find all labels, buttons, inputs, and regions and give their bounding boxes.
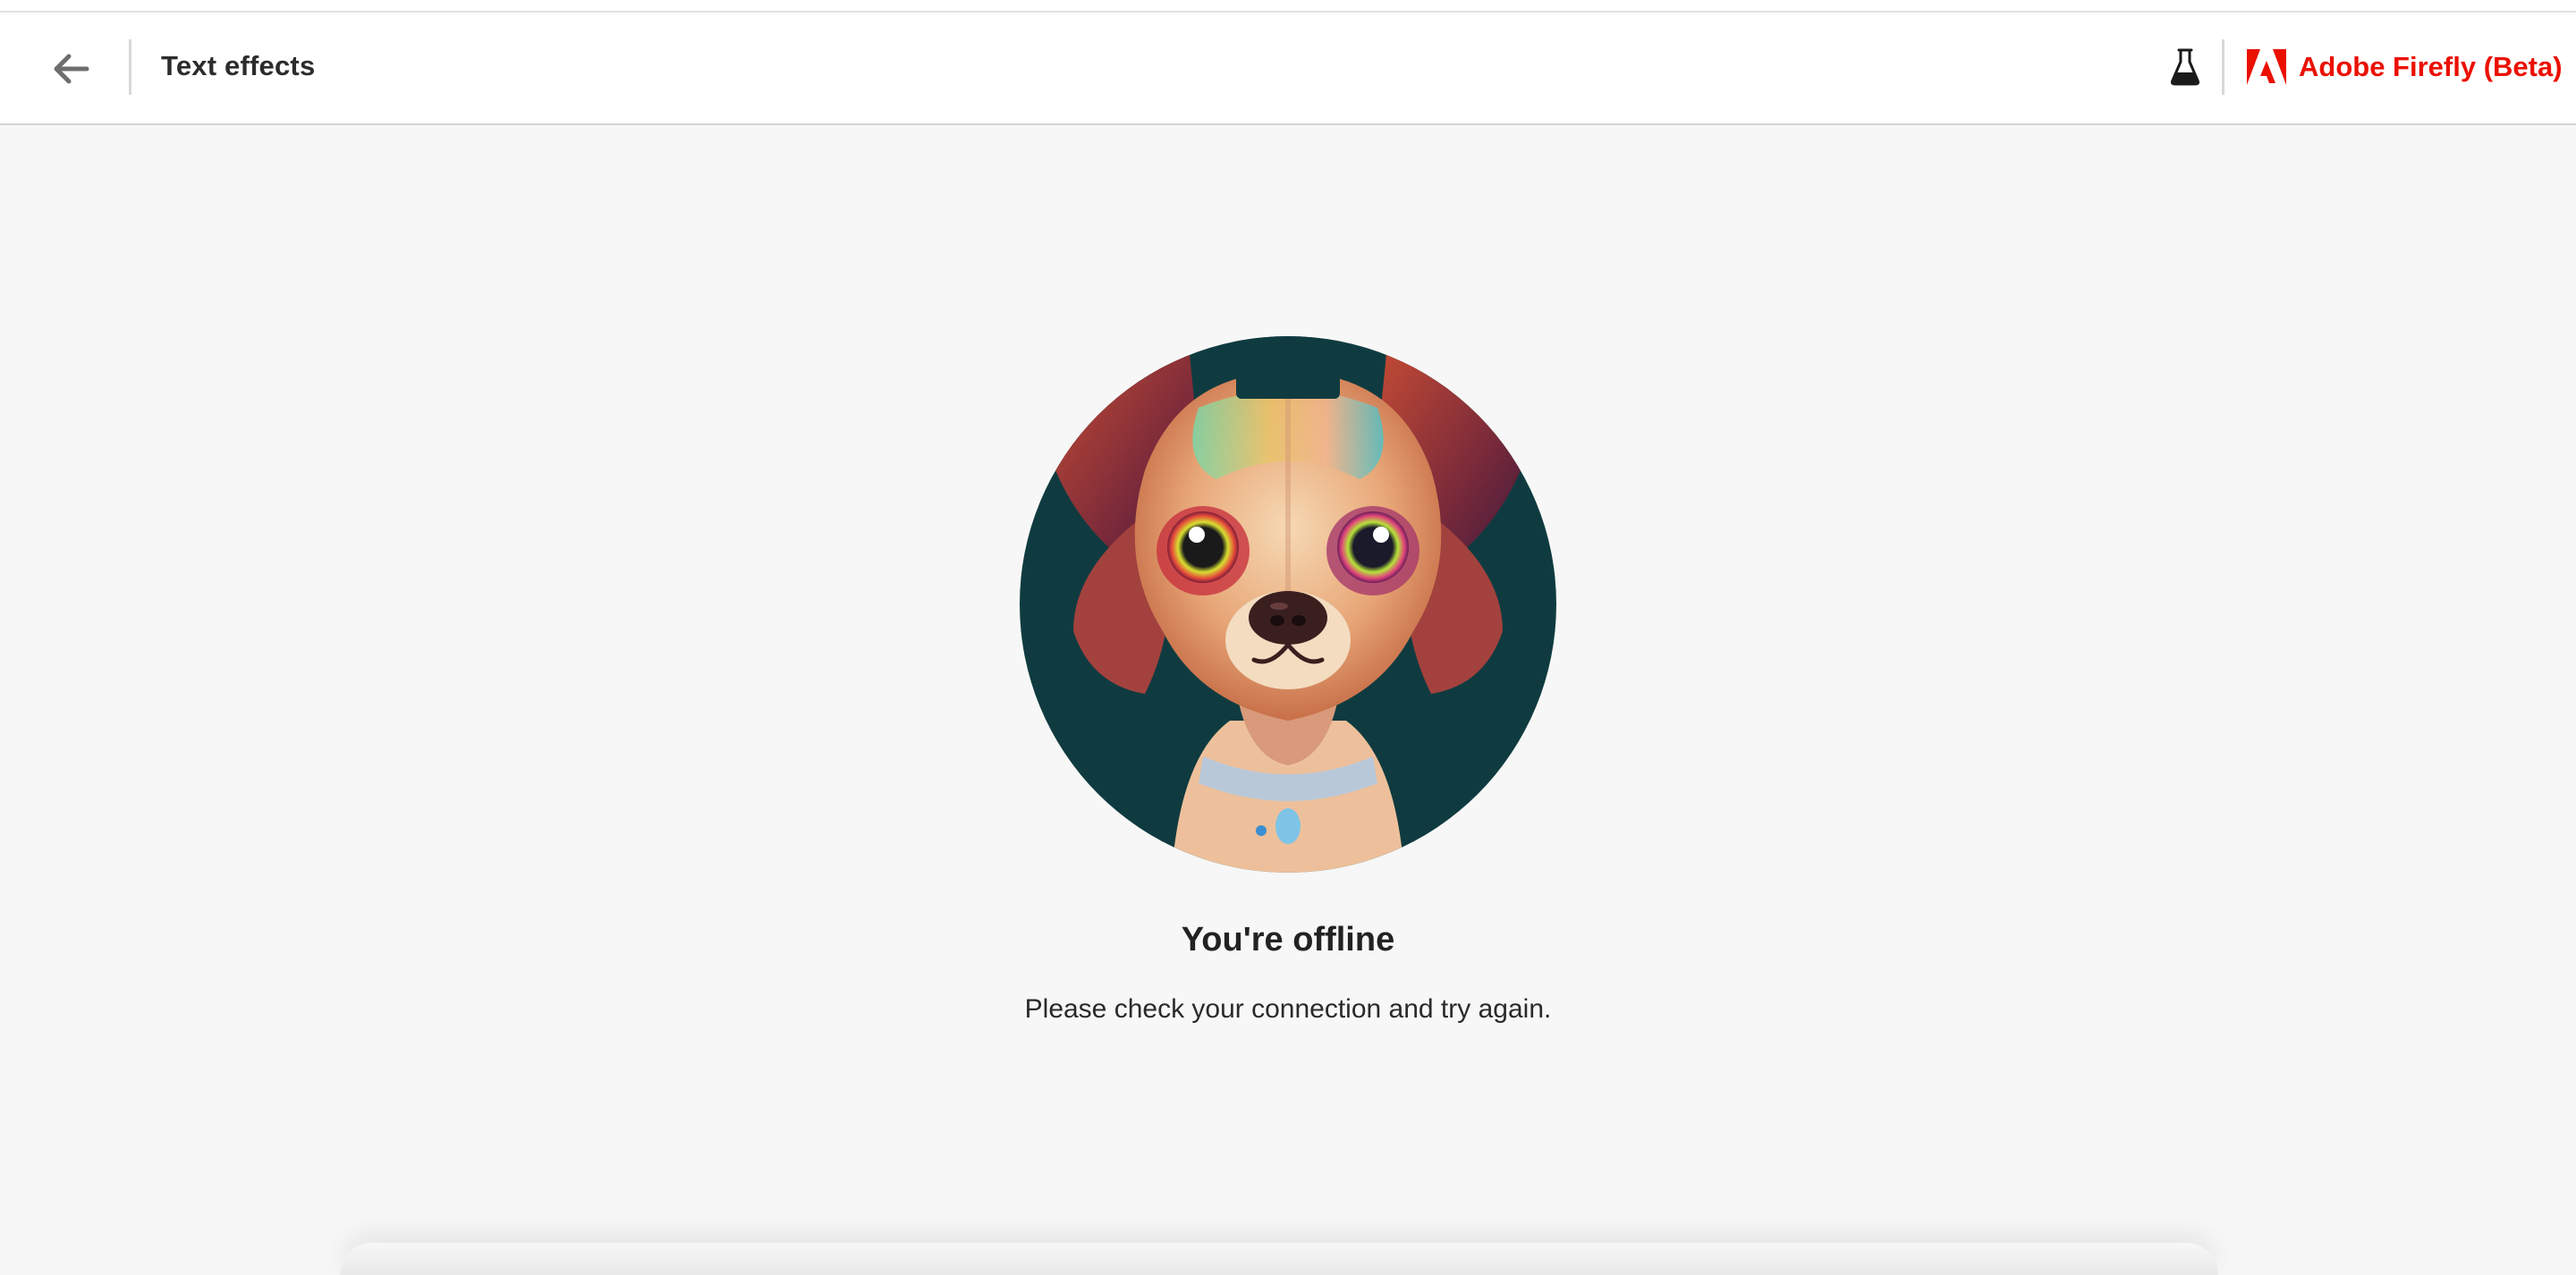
window-top-strip bbox=[0, 0, 2576, 13]
flask-icon bbox=[2171, 48, 2199, 86]
bottom-panel-edge bbox=[340, 1243, 2218, 1275]
page-title: Text effects bbox=[161, 50, 316, 81]
header-divider bbox=[129, 39, 131, 95]
offline-title: You're offline bbox=[1181, 921, 1395, 958]
app-header: Text effects Adobe Firefly (Beta) bbox=[0, 13, 2576, 125]
beta-features-button[interactable] bbox=[2165, 45, 2206, 89]
back-button[interactable] bbox=[41, 46, 100, 91]
arrow-left-icon bbox=[54, 54, 89, 84]
dog-illustration bbox=[1020, 336, 1556, 873]
brand-link[interactable]: Adobe Firefly (Beta) bbox=[2247, 45, 2563, 89]
adobe-logo-icon bbox=[2247, 49, 2286, 85]
brand-name: Adobe Firefly (Beta) bbox=[2299, 51, 2563, 82]
header-divider bbox=[2222, 39, 2224, 95]
main-content: You're offline Please check your connect… bbox=[0, 125, 2576, 1275]
offline-message: Please check your connection and try aga… bbox=[1024, 994, 1552, 1024]
